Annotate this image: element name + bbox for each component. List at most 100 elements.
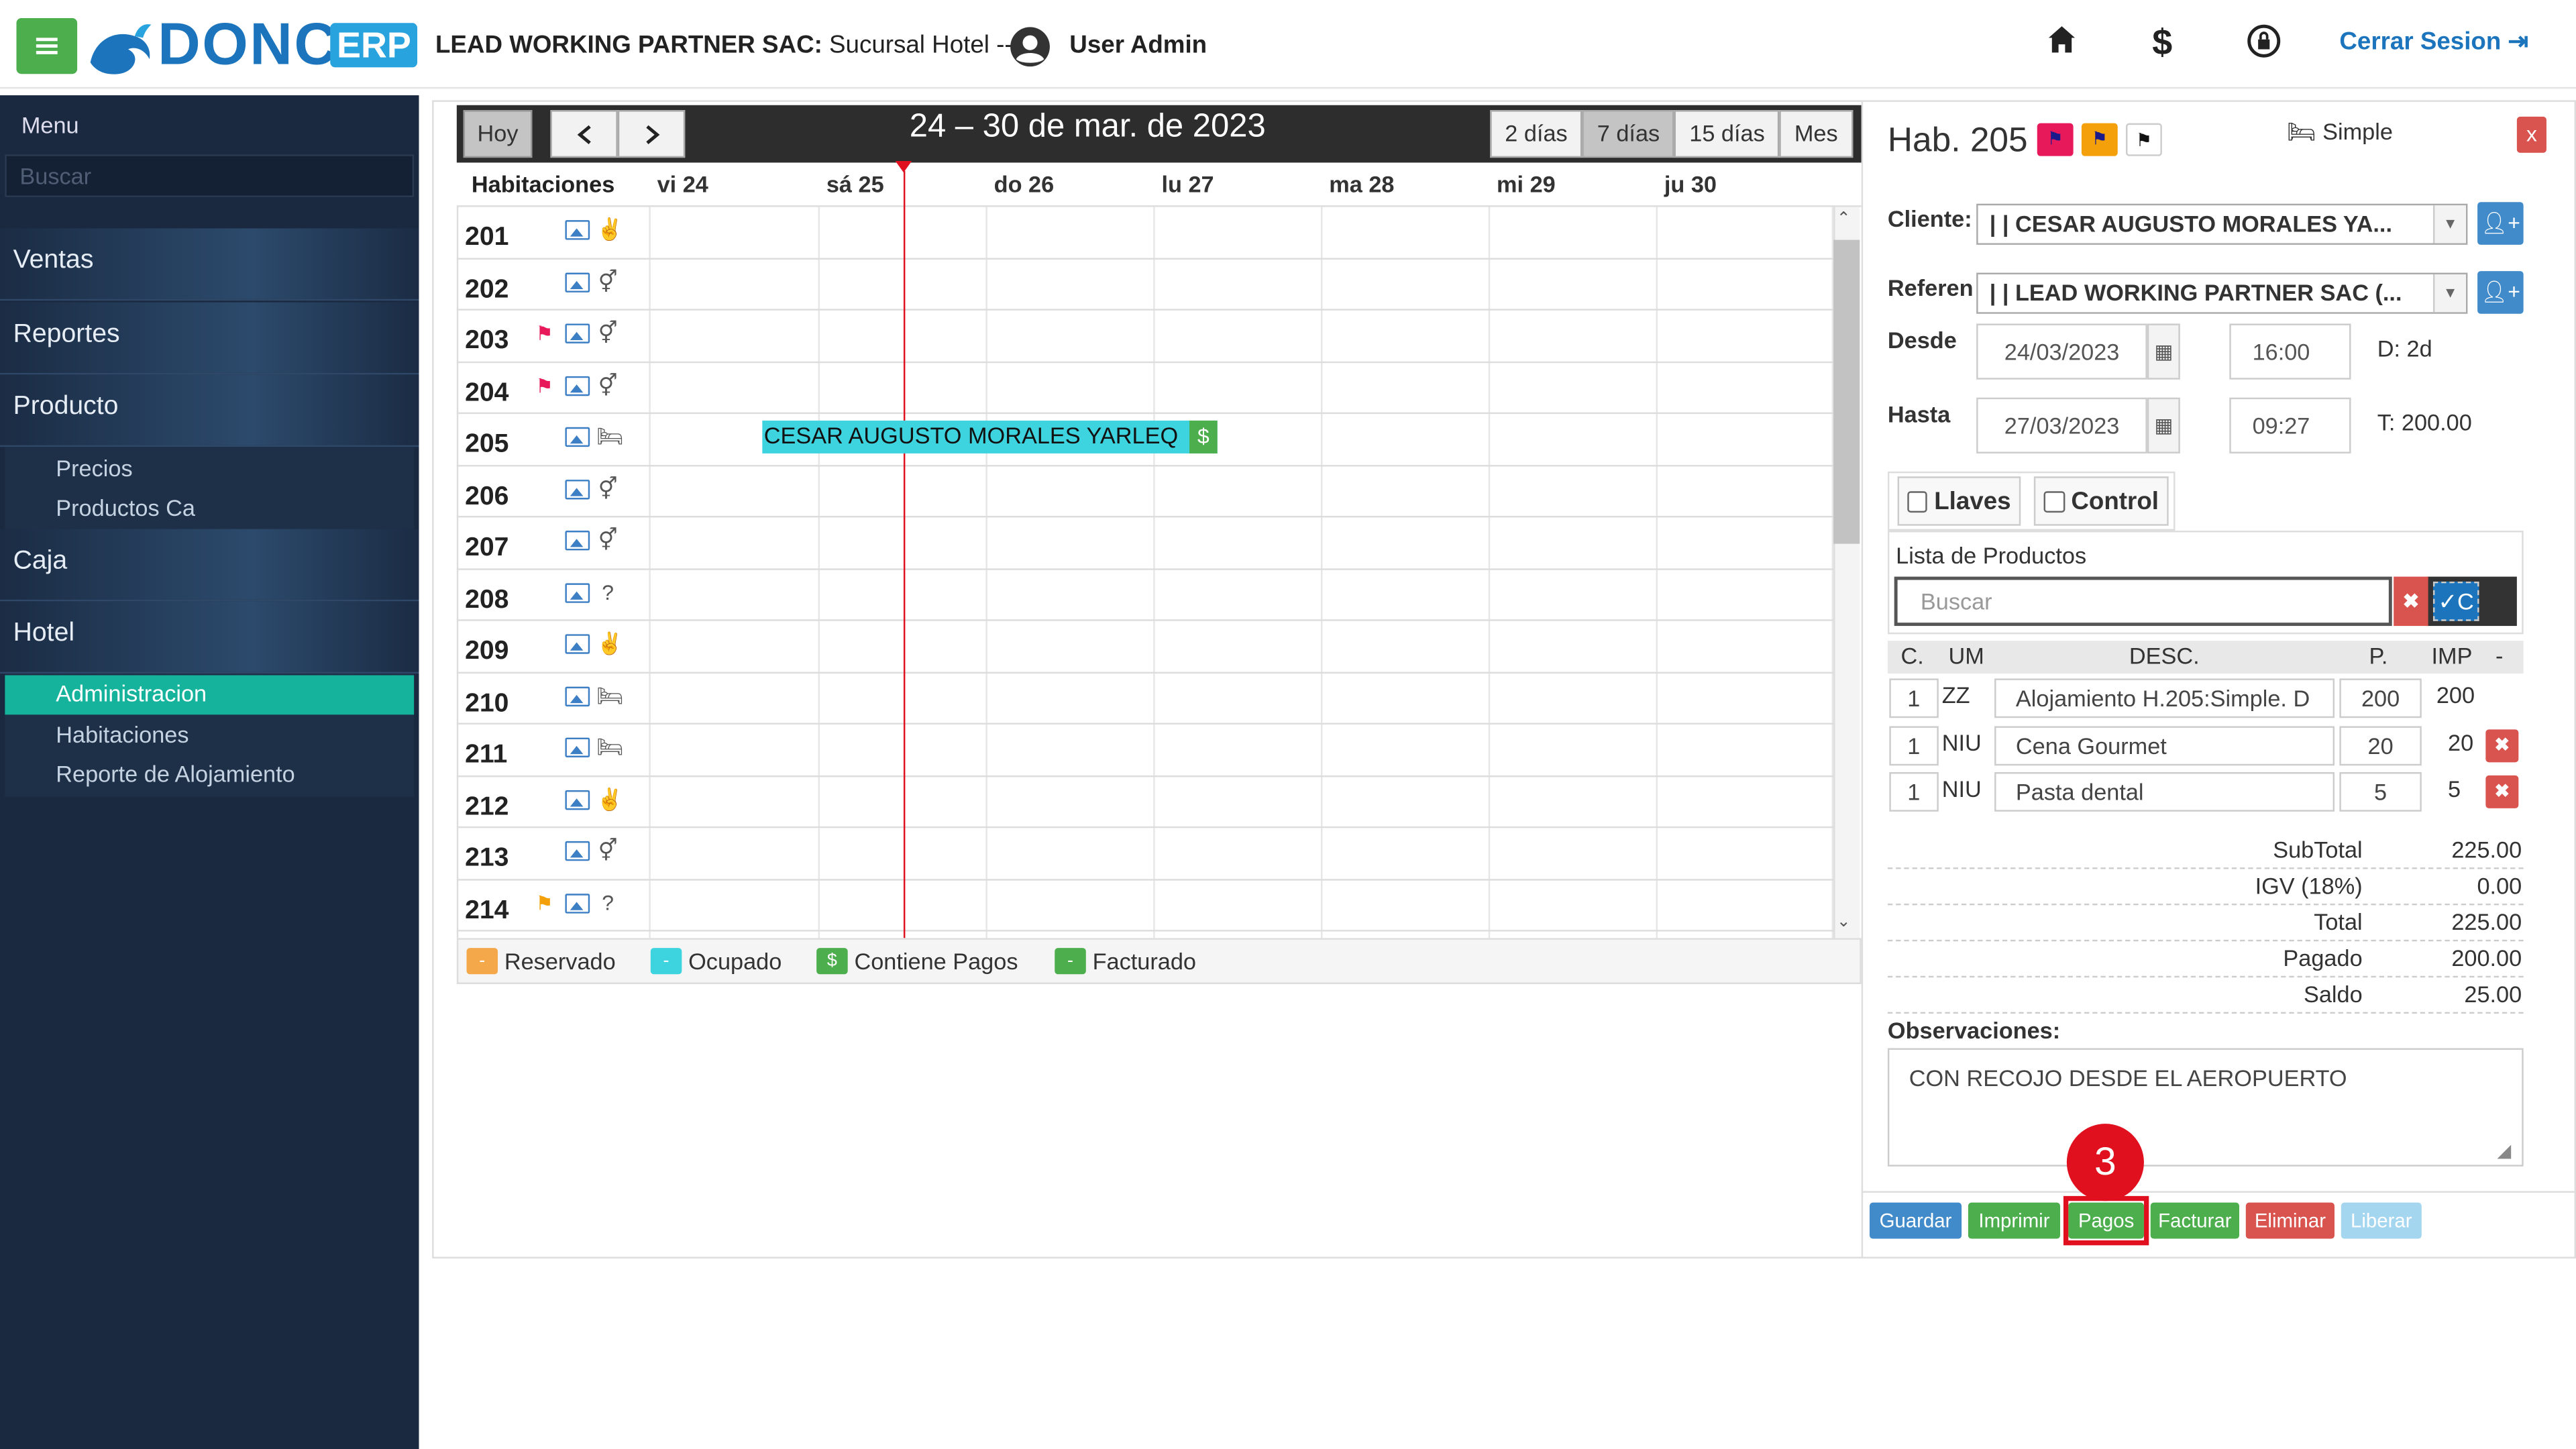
sidebar-item-caja[interactable]: Caja — [0, 529, 419, 602]
image-icon[interactable] — [565, 478, 590, 499]
image-icon[interactable] — [565, 841, 590, 861]
image-icon[interactable] — [565, 634, 590, 654]
menu-toggle-button[interactable] — [16, 17, 78, 74]
image-icon[interactable] — [565, 427, 590, 447]
view-button[interactable]: 15 días — [1674, 110, 1780, 158]
room-row — [456, 362, 1834, 415]
logout-link[interactable]: Cerrar Sesion ⇥ — [2339, 26, 2528, 56]
image-icon[interactable] — [565, 582, 590, 602]
room-number: 210 — [465, 689, 509, 717]
sidebar-item-ventas[interactable]: Ventas — [0, 228, 419, 301]
view-button[interactable]: 7 días — [1582, 110, 1675, 158]
desde-date-input[interactable]: 24/03/2023 — [1976, 323, 2147, 380]
day-header: ju 30 — [1664, 170, 1717, 197]
sidebar-item-producto[interactable]: Producto — [0, 374, 419, 447]
orange-flag-icon[interactable]: ⚑ — [2081, 123, 2118, 156]
price-input[interactable]: 200 — [2339, 678, 2422, 718]
referencia-select[interactable]: | | LEAD WORKING PARTNER SAC (... ▼ — [1976, 272, 2468, 314]
delete-row-button[interactable]: ✖ — [2485, 729, 2519, 762]
total-label: Saldo — [2303, 981, 2363, 1008]
total-row — [1887, 905, 2524, 942]
desc-input[interactable]: Cena Gourmet — [1994, 725, 2335, 765]
day-header: mi 29 — [1497, 170, 1556, 197]
legend-label: Reservado — [504, 948, 616, 975]
room-icons: ? — [535, 576, 619, 608]
reservation-event[interactable]: CESAR AUGUSTO MORALES YARLEQ $ — [762, 420, 1218, 453]
room-row — [456, 879, 1834, 932]
guardar-button[interactable]: Guardar — [1869, 1202, 1962, 1239]
image-icon[interactable] — [565, 893, 590, 913]
today-marker — [895, 161, 912, 173]
prev-week-button[interactable] — [550, 110, 618, 158]
user-avatar-icon[interactable] — [1006, 26, 1055, 67]
hasta-date-input[interactable]: 27/03/2023 — [1976, 397, 2147, 453]
sidebar-title: Menu — [21, 111, 79, 138]
dollar-icon[interactable]: $ — [2152, 21, 2172, 64]
image-icon[interactable] — [565, 531, 590, 551]
image-icon[interactable] — [565, 375, 590, 395]
room-row — [456, 207, 1834, 259]
red-flag-icon[interactable]: ⚑ — [2037, 123, 2074, 156]
days-info: D: 2d — [2377, 335, 2432, 362]
legend-label: Ocupado — [688, 948, 782, 975]
image-icon[interactable] — [565, 789, 590, 810]
sidebar-item-reporte-alojamiento[interactable]: Reporte de Alojamiento — [5, 756, 414, 796]
sidebar-search-input[interactable]: Buscar — [5, 154, 415, 197]
imprimir-button[interactable]: Imprimir — [1968, 1202, 2061, 1239]
product-filter-checkbox[interactable]: ✓C — [2432, 581, 2479, 621]
lock-refresh-icon[interactable] — [2246, 23, 2282, 69]
add-reference-button[interactable]: 👤︎+ — [2477, 271, 2524, 314]
close-button[interactable]: x — [2516, 116, 2546, 153]
qty-input[interactable]: 1 — [1889, 725, 1939, 765]
desc-input[interactable]: Alojamiento H.205:Simple. D — [1994, 678, 2335, 718]
image-icon[interactable] — [565, 686, 590, 706]
next-week-button[interactable] — [617, 110, 686, 158]
gender-icon: ⚥ — [598, 320, 618, 345]
sidebar-item-habitaciones[interactable]: Habitaciones — [5, 716, 414, 756]
view-button[interactable]: 2 días — [1490, 110, 1582, 158]
price-input[interactable]: 20 — [2339, 725, 2422, 765]
scroll-up-icon[interactable]: ⌃ — [1837, 210, 1851, 228]
observaciones-textarea[interactable]: CON RECOJO DESDE EL AEROPUERTO — [1887, 1048, 2524, 1167]
hasta-time-input[interactable]: 09:27 — [2229, 397, 2351, 453]
room-number: 207 — [465, 533, 509, 562]
image-icon[interactable] — [565, 323, 590, 343]
add-client-button[interactable]: 👤︎+ — [2477, 202, 2524, 245]
llaves-checkbox[interactable]: Llaves — [1897, 476, 2021, 526]
room-flag-icon: ⚑ — [535, 322, 553, 345]
liberar-button[interactable]: Liberar — [2341, 1202, 2422, 1239]
desde-time-input[interactable]: 16:00 — [2229, 323, 2351, 380]
resize-handle-icon[interactable]: ◢ — [2497, 1140, 2511, 1161]
sidebar-item-precios[interactable]: Precios — [5, 450, 414, 490]
image-icon[interactable] — [565, 737, 590, 757]
calendar-icon[interactable]: ▦ — [2147, 397, 2180, 453]
scroll-down-icon[interactable]: ⌄ — [1837, 914, 1851, 932]
image-icon[interactable] — [565, 220, 590, 240]
bed-icon: 🛏︎ — [596, 423, 624, 449]
home-icon[interactable] — [2047, 23, 2076, 66]
sidebar-item-productos-ca[interactable]: Productos Ca — [5, 490, 414, 529]
delete-row-button[interactable]: ✖ — [2485, 775, 2519, 808]
sidebar-item-administracion[interactable]: Administracion — [5, 675, 415, 715]
desc-input[interactable]: Pasta dental — [1994, 772, 2335, 812]
view-button[interactable]: Mes — [1779, 110, 1853, 158]
clear-search-button[interactable]: ✖ — [2394, 576, 2428, 627]
scrollbar-thumb[interactable] — [1833, 239, 1860, 544]
reservation-guest: CESAR AUGUSTO MORALES YARLEQ — [763, 422, 1179, 449]
qty-input[interactable]: 1 — [1889, 678, 1939, 718]
sidebar-item-reportes[interactable]: Reportes — [0, 302, 419, 375]
cliente-select[interactable]: | | CESAR AUGUSTO MORALES YA... ▼ — [1976, 203, 2468, 245]
control-checkbox[interactable]: Control — [2033, 476, 2169, 526]
image-icon[interactable] — [565, 272, 590, 292]
facturar-button[interactable]: Facturar — [2150, 1202, 2239, 1239]
product-search-input[interactable]: Buscar — [1894, 576, 2392, 627]
room-number: 205 — [465, 430, 509, 459]
today-button[interactable]: Hoy — [463, 110, 533, 158]
calendar-icon[interactable]: ▦ — [2147, 323, 2180, 380]
eliminar-button[interactable]: Eliminar — [2245, 1202, 2335, 1239]
sidebar-item-hotel[interactable]: Hotel — [0, 601, 419, 674]
qty-input[interactable]: 1 — [1889, 772, 1939, 812]
referencia-value: | | LEAD WORKING PARTNER SAC (... — [1989, 279, 2402, 306]
black-flag-icon[interactable]: ⚑ — [2126, 123, 2162, 156]
price-input[interactable]: 5 — [2339, 772, 2422, 812]
